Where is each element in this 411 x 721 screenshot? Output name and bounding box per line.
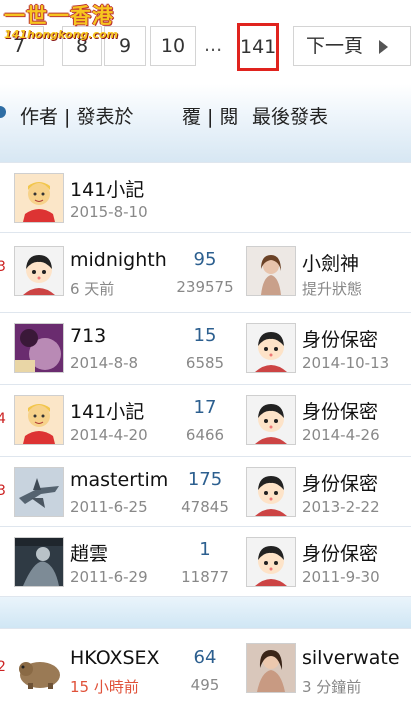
- post-date: 2011-6-29: [70, 568, 148, 586]
- reply-count[interactable]: 1: [175, 539, 235, 560]
- last-poster-name[interactable]: 身份保密: [302, 325, 378, 352]
- author-name[interactable]: 141小記: [70, 397, 144, 424]
- author-avatar[interactable]: [14, 395, 64, 445]
- view-count: 239575: [176, 278, 234, 296]
- reply-count[interactable]: 17: [175, 397, 235, 418]
- header-reply-views[interactable]: 覆 | 閱: [182, 102, 238, 129]
- reply-count[interactable]: 64: [175, 647, 235, 668]
- view-count: 11877: [181, 568, 229, 586]
- last-post-time[interactable]: 2014-10-13: [302, 354, 389, 372]
- thread-row[interactable]: 趙雲 2011-6-29 1 11877 身份保密 2011-9-30: [0, 526, 411, 597]
- post-date: 15 小時前: [70, 678, 139, 696]
- author-avatar[interactable]: [14, 173, 64, 223]
- header-author[interactable]: 作者 | 發表於: [20, 102, 133, 129]
- view-count: 6466: [185, 426, 225, 444]
- thread-row[interactable]: 4 141小記 2014-4-20 17 6466 身份保密 2014-4-26: [0, 384, 411, 457]
- reply-count[interactable]: 95: [175, 249, 235, 270]
- thread-row[interactable]: 3 mastertim 2011-6-25 175 47845 身份保密 201…: [0, 456, 411, 527]
- row-edge-mark: 4: [0, 411, 6, 427]
- last-poster-avatar[interactable]: [246, 323, 296, 373]
- page-link-current[interactable]: 141: [237, 23, 279, 71]
- header-last-post[interactable]: 最後發表: [252, 102, 328, 129]
- author-name[interactable]: 713: [70, 325, 106, 347]
- last-poster-name[interactable]: 身份保密: [302, 397, 378, 424]
- last-poster-avatar[interactable]: [246, 467, 296, 517]
- last-post-time[interactable]: 2014-4-26: [302, 426, 380, 444]
- thread-row[interactable]: 3 midnighth 6 天前 95 239575 小劍神 提升狀態: [0, 232, 411, 313]
- author-avatar[interactable]: [14, 246, 64, 296]
- author-name[interactable]: 141小記: [70, 175, 144, 202]
- reply-count[interactable]: 15: [175, 325, 235, 346]
- last-poster-name[interactable]: 身份保密: [302, 469, 378, 496]
- last-poster-name[interactable]: 小劍神: [302, 249, 359, 276]
- author-name[interactable]: HKOXSEX: [70, 647, 160, 669]
- section-separator: [0, 596, 411, 629]
- thread-row[interactable]: 2 HKOXSEX 15 小時前 64 495 silverwate 3 分鐘前: [0, 628, 411, 721]
- post-date: 2011-6-25: [70, 498, 148, 516]
- author-avatar[interactable]: [14, 467, 64, 517]
- page-ellipsis: ...: [204, 34, 223, 56]
- last-poster-avatar[interactable]: [246, 246, 296, 296]
- reply-count[interactable]: 175: [175, 469, 235, 490]
- last-poster-avatar[interactable]: [246, 643, 296, 693]
- thread-row[interactable]: 141小記 2015-8-10: [0, 162, 411, 233]
- site-logo[interactable]: 一世一香港 141hongkong.com: [0, 0, 128, 42]
- page-link-10[interactable]: 10: [150, 26, 196, 66]
- last-poster-name[interactable]: silverwate: [302, 647, 400, 669]
- thread-row[interactable]: 713 2014-8-8 15 6585 身份保密 2014-10-13: [0, 312, 411, 385]
- post-date: 2014-8-8: [70, 354, 139, 372]
- last-post-time[interactable]: 2013-2-22: [302, 498, 380, 516]
- author-avatar[interactable]: [14, 323, 64, 373]
- post-date: 2015-8-10: [70, 203, 148, 221]
- author-avatar[interactable]: [14, 537, 64, 587]
- pagination-bar: 7 8 9 10 ... 141 下一頁 一世一香港 141hongkong.c…: [0, 0, 411, 78]
- next-page-button[interactable]: 下一頁: [293, 26, 411, 66]
- row-edge-mark: 3: [0, 483, 6, 499]
- arrow-right-icon: [379, 40, 388, 54]
- logo-title: 一世一香港: [4, 4, 114, 28]
- post-date: 6 天前: [70, 280, 115, 298]
- row-edge-mark: 2: [0, 659, 6, 675]
- thread-list-header: 作者 | 發表於 覆 | 閱 最後發表: [0, 84, 411, 162]
- post-date: 2014-4-20: [70, 426, 148, 444]
- last-poster-name[interactable]: 身份保密: [302, 539, 378, 566]
- last-post-time[interactable]: 提升狀態: [302, 278, 362, 299]
- last-poster-avatar[interactable]: [246, 537, 296, 587]
- author-name[interactable]: 趙雲: [70, 539, 108, 566]
- author-name[interactable]: mastertim: [70, 469, 168, 491]
- view-count: 47845: [181, 498, 229, 516]
- bullet-icon: [0, 106, 6, 118]
- view-count: 495: [190, 676, 220, 694]
- row-edge-mark: 3: [0, 259, 6, 275]
- next-page-label: 下一頁: [306, 35, 364, 57]
- last-post-time[interactable]: 2011-9-30: [302, 568, 380, 586]
- view-count: 6585: [185, 354, 225, 372]
- author-avatar[interactable]: [14, 643, 64, 693]
- author-name[interactable]: midnighth: [70, 249, 167, 271]
- last-poster-avatar[interactable]: [246, 395, 296, 445]
- logo-subtitle: 141hongkong.com: [4, 28, 118, 41]
- last-post-time[interactable]: 3 分鐘前: [302, 676, 361, 697]
